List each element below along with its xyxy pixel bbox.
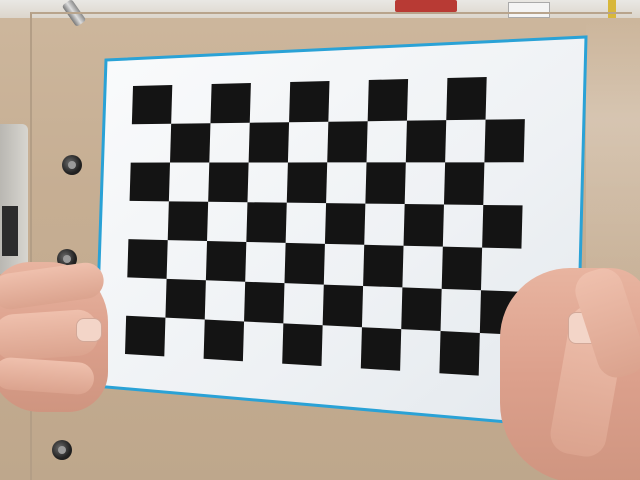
checker-square [367,79,409,122]
checker-square [365,162,406,205]
checker-square [405,120,447,163]
checker-square [441,246,483,291]
checker-square [484,119,525,163]
checker-square [167,201,209,242]
checker-square [443,162,485,205]
checker-square [327,121,368,163]
checker-square [284,242,325,285]
checker-square [125,315,166,357]
checker-square [210,83,251,124]
checker-square [244,281,285,324]
checker-square [482,204,523,249]
checker-square [363,244,404,288]
checker-square [403,204,444,247]
checker-square [165,278,206,320]
checker-square [131,85,173,125]
left-thumbnail [76,318,102,342]
checker-square [324,203,366,245]
checker-square [439,331,480,376]
photo-scene [0,0,640,480]
checker-square [248,122,290,163]
checker-square [208,162,249,203]
checker-square [170,123,211,163]
checker-square [282,323,323,366]
checker-square [401,287,442,332]
checker-square [446,77,487,121]
left-finger [0,356,95,396]
checker-square [203,319,245,362]
checker-square [129,162,171,202]
checker-square [205,241,247,282]
checker-square [127,239,168,279]
checker-square [289,81,330,123]
checker-square [322,284,364,328]
checker-square [246,202,287,243]
checker-square [360,327,402,371]
checker-square [286,162,328,204]
